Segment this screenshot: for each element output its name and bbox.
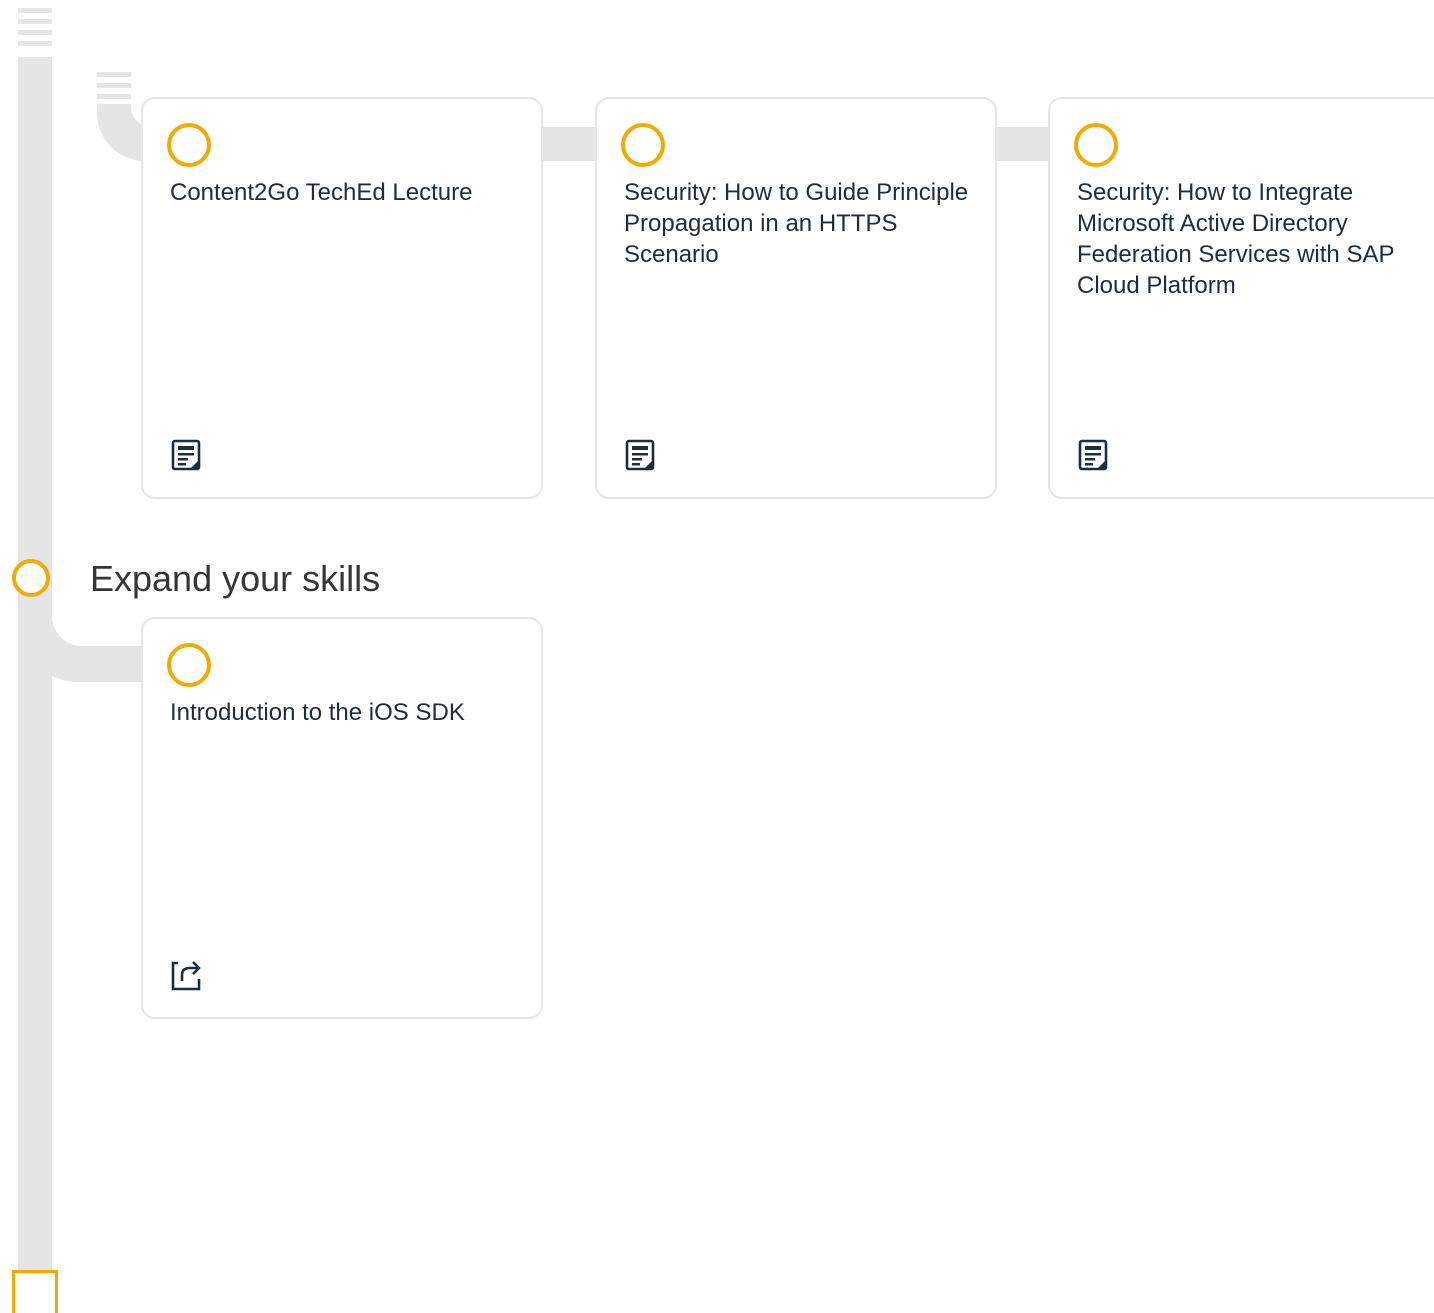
external-link-icon: [171, 961, 201, 991]
section-progress-ring-icon: [12, 559, 50, 597]
card-title: Security: How to Guide Principle Propaga…: [624, 179, 969, 268]
document-icon: [1078, 439, 1108, 471]
branch-rail-dash: [97, 83, 131, 88]
content-card[interactable]: Introduction to the iOS SDK: [141, 617, 543, 1019]
branch-rail-dash: [97, 72, 131, 77]
path-rail-dash: [18, 41, 52, 46]
path-rail-dash: [18, 19, 52, 24]
content-card[interactable]: Security: How to Integrate Microsoft Act…: [1048, 97, 1434, 499]
document-icon: [625, 439, 655, 471]
card-title: Security: How to Integrate Microsoft Act…: [1077, 179, 1395, 299]
document-icon: [171, 439, 201, 471]
progress-ring-icon: [621, 123, 665, 167]
branch-rail-dash: [97, 94, 131, 99]
content-card[interactable]: Content2Go TechEd Lecture: [141, 97, 543, 499]
section-title: Expand your skills: [90, 558, 381, 599]
path-rail-dash: [18, 30, 52, 35]
path-end-marker: [12, 1270, 58, 1313]
path-rail-dash: [18, 8, 52, 13]
card-title: Content2Go TechEd Lecture: [170, 179, 473, 206]
progress-ring-icon: [167, 123, 211, 167]
progress-ring-icon: [167, 643, 211, 687]
card-title: Introduction to the iOS SDK: [170, 699, 465, 726]
progress-ring-icon: [1074, 123, 1118, 167]
content-card[interactable]: Security: How to Guide Principle Propaga…: [595, 97, 997, 499]
path-rail-vertical: [18, 57, 52, 1313]
